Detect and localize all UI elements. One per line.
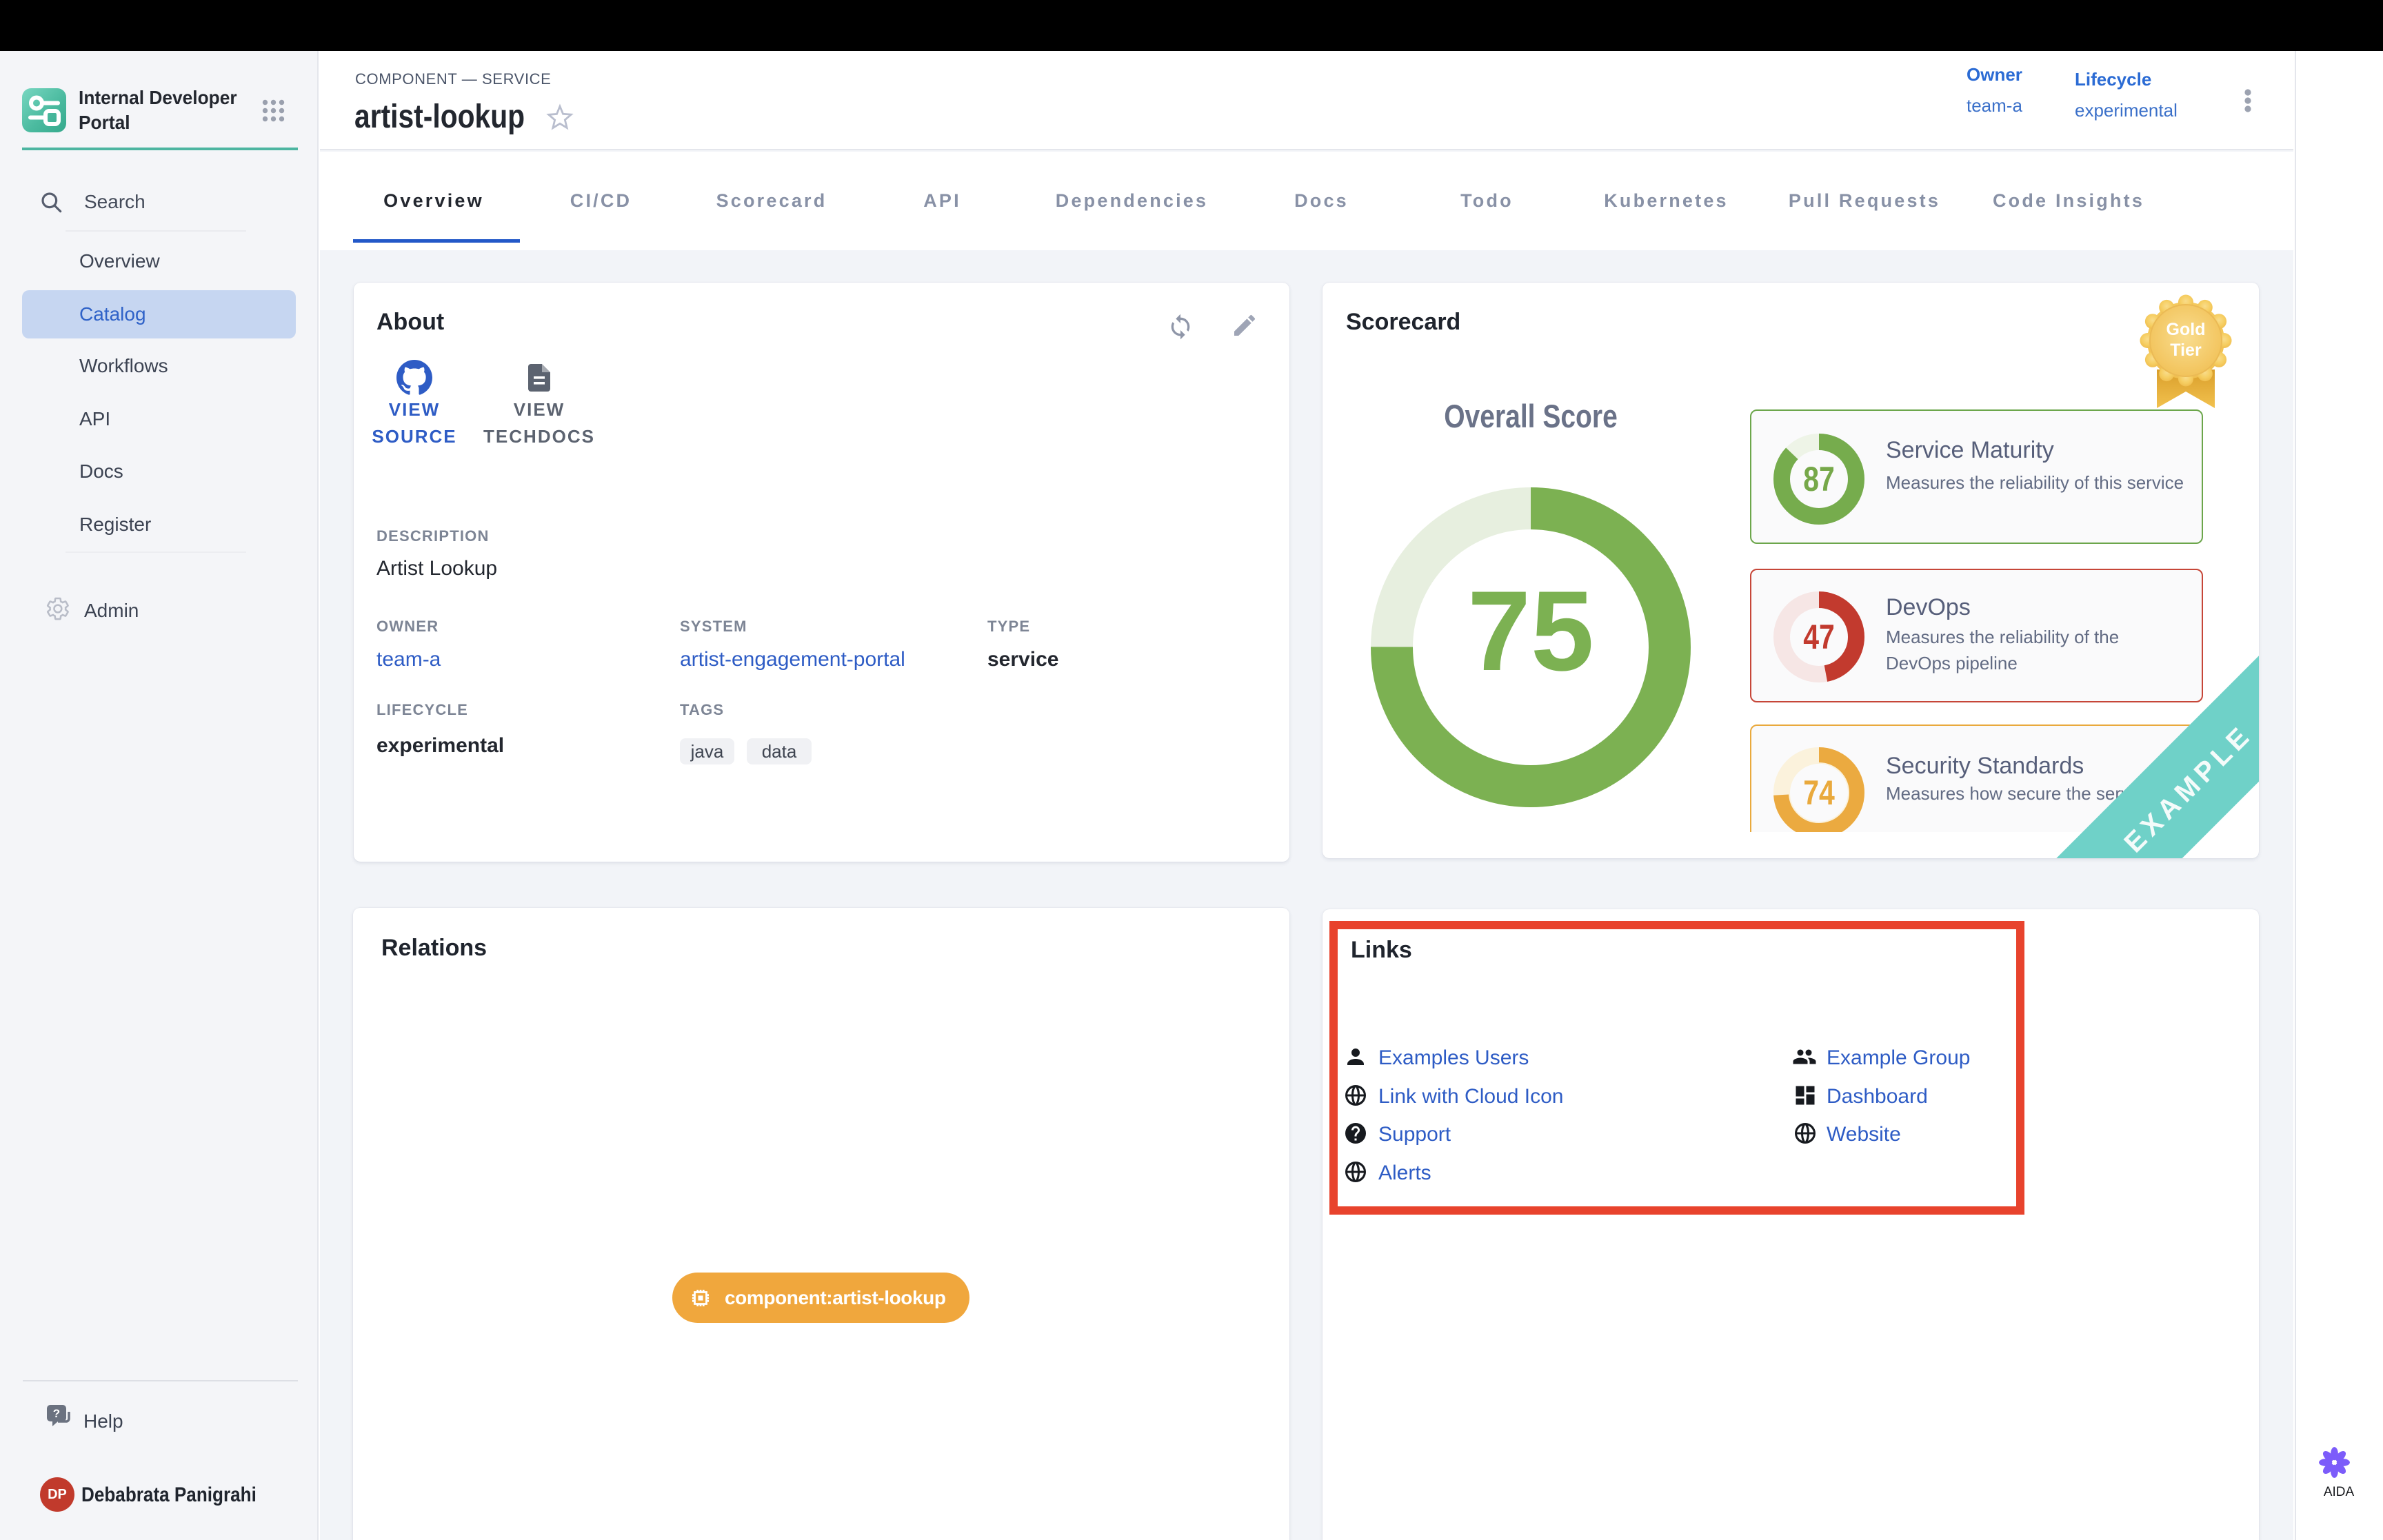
svg-text:Tier: Tier xyxy=(2170,341,2202,360)
svg-text:Gold: Gold xyxy=(2166,320,2206,339)
svg-text:?: ? xyxy=(53,1407,60,1420)
